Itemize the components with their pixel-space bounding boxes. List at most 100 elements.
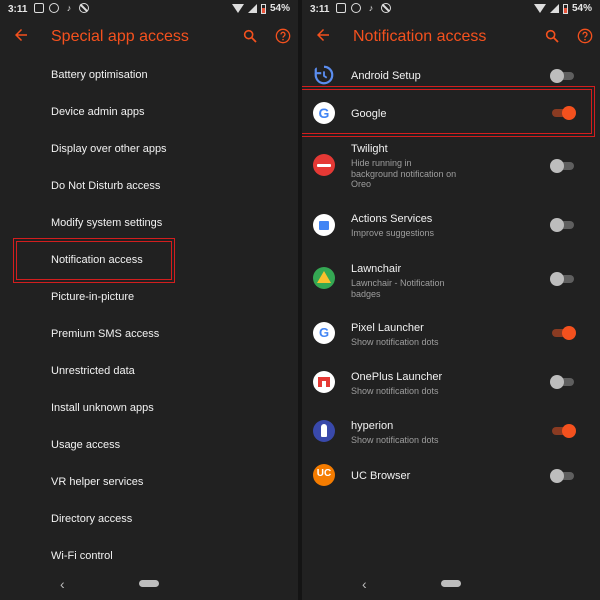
app-row-pixel-launcher[interactable]: G Pixel Launcher Show notification dots	[302, 320, 600, 350]
page-title: Special app access	[51, 28, 189, 45]
tiktok-icon: ♪	[66, 3, 72, 13]
tiktok-icon: ♪	[368, 3, 374, 13]
app-name: Lawnchair	[351, 263, 402, 275]
actions-services-icon	[313, 214, 335, 236]
app-name: Android Setup	[351, 70, 421, 82]
twilight-icon	[313, 154, 335, 176]
app-subtitle: Show notification dots	[351, 386, 439, 396]
battery-percent: 54%	[269, 3, 290, 14]
notification-access-screen: 3:11 ♪ 54% Notification access Android S…	[302, 0, 600, 600]
do-not-disturb-icon	[79, 3, 89, 13]
arrow-left-icon[interactable]	[314, 26, 332, 44]
oneplus-launcher-icon	[313, 371, 335, 393]
list-item-label: Usage access	[51, 439, 121, 451]
app-subtitle: Show notification dots	[351, 435, 439, 445]
special-access-list: Battery optimisation Device admin apps D…	[0, 57, 298, 575]
help-icon[interactable]	[275, 28, 291, 44]
search-icon[interactable]	[544, 28, 560, 44]
battery-icon	[562, 3, 568, 14]
list-item-modify-system-settings[interactable]: Modify system settings	[0, 205, 298, 242]
app-subtitle: Lawnchair - Notification badges	[351, 278, 445, 299]
list-item-premium-sms-access[interactable]: Premium SMS access	[0, 316, 298, 353]
app-row-twilight[interactable]: Twilight Hide running in background noti…	[302, 142, 600, 192]
list-item-label: VR helper services	[51, 476, 144, 488]
status-bar: 3:11 ♪ 54%	[302, 0, 600, 20]
help-icon[interactable]	[577, 28, 593, 44]
message-icon	[336, 3, 346, 13]
app-name: OnePlus Launcher	[351, 371, 443, 383]
toggle-switch[interactable]	[550, 424, 576, 438]
toggle-switch[interactable]	[550, 272, 576, 286]
signal-icon	[247, 4, 257, 13]
search-icon[interactable]	[242, 28, 258, 44]
list-item-label: Unrestricted data	[51, 365, 135, 377]
list-item-wifi-control[interactable]: Wi-Fi control	[0, 538, 298, 575]
app-bar: Notification access	[302, 20, 600, 56]
list-item-vr-helper-services[interactable]: VR helper services	[0, 464, 298, 501]
app-subtitle: Show notification dots	[351, 337, 439, 347]
arrow-left-icon[interactable]	[12, 26, 30, 44]
app-row-uc-browser[interactable]: UC UC Browser	[302, 462, 600, 490]
do-not-disturb-icon	[381, 3, 391, 13]
app-name: Pixel Launcher	[351, 322, 424, 334]
list-item-label: Device admin apps	[51, 106, 145, 118]
list-item-label: Do Not Disturb access	[51, 180, 161, 192]
toggle-switch[interactable]	[550, 69, 576, 83]
toggle-switch[interactable]	[550, 375, 576, 389]
lawnchair-icon	[313, 267, 335, 289]
list-item-directory-access[interactable]: Directory access	[0, 501, 298, 538]
list-item-unrestricted-data[interactable]: Unrestricted data	[0, 353, 298, 390]
list-item-label: Premium SMS access	[51, 328, 160, 340]
chevron-left-icon[interactable]: ‹	[60, 576, 65, 592]
app-row-lawnchair[interactable]: Lawnchair Lawnchair - Notification badge…	[302, 262, 600, 302]
list-item-install-unknown-apps[interactable]: Install unknown apps	[0, 390, 298, 427]
list-item-label: Directory access	[51, 513, 133, 525]
navigation-bar: ‹	[302, 572, 600, 600]
home-pill[interactable]	[441, 580, 461, 587]
list-item-label: Display over other apps	[51, 143, 167, 155]
pixel-launcher-icon: G	[313, 322, 335, 344]
app-row-actions-services[interactable]: Actions Services Improve suggestions	[302, 212, 600, 242]
highlight-box	[302, 86, 595, 137]
list-item-do-not-disturb-access[interactable]: Do Not Disturb access	[0, 168, 298, 205]
hyperion-icon	[313, 420, 335, 442]
app-name: hyperion	[351, 420, 394, 432]
list-item-display-over-other-apps[interactable]: Display over other apps	[0, 131, 298, 168]
list-item-label: Install unknown apps	[51, 402, 154, 414]
toggle-switch[interactable]	[550, 159, 576, 173]
wifi-icon	[231, 4, 244, 13]
chevron-left-icon[interactable]: ‹	[362, 576, 367, 592]
message-icon	[34, 3, 44, 13]
list-item-battery-optimisation[interactable]: Battery optimisation	[0, 57, 298, 94]
toggle-switch[interactable]	[550, 469, 576, 483]
navigation-bar: ‹	[0, 572, 298, 600]
signal-icon	[549, 4, 559, 13]
list-item-label: Wi-Fi control	[51, 550, 113, 562]
app-row-oneplus-launcher[interactable]: OnePlus Launcher Show notification dots	[302, 369, 600, 399]
status-time: 3:11	[310, 4, 330, 15]
app-subtitle: Hide running in background notification …	[351, 158, 457, 189]
list-item-label: Modify system settings	[51, 217, 163, 229]
highlight-box	[13, 238, 175, 283]
wifi-icon	[533, 4, 546, 13]
app-row-hyperion[interactable]: hyperion Show notification dots	[302, 418, 600, 448]
app-name: UC Browser	[351, 470, 411, 482]
list-item-label: Picture-in-picture	[51, 291, 135, 303]
home-pill[interactable]	[139, 580, 159, 587]
battery-icon	[260, 3, 266, 14]
app-subtitle: Improve suggestions	[351, 228, 435, 238]
whatsapp-icon	[351, 3, 361, 13]
toggle-switch[interactable]	[550, 218, 576, 232]
list-item-usage-access[interactable]: Usage access	[0, 427, 298, 464]
list-item-picture-in-picture[interactable]: Picture-in-picture	[0, 279, 298, 316]
app-bar: Special app access	[0, 20, 298, 56]
whatsapp-icon	[49, 3, 59, 13]
status-time: 3:11	[8, 4, 28, 15]
app-name: Actions Services	[351, 213, 433, 225]
android-setup-icon	[314, 65, 334, 85]
list-item-device-admin-apps[interactable]: Device admin apps	[0, 94, 298, 131]
app-name: Twilight	[351, 143, 388, 155]
special-app-access-screen: 3:11 ♪ 54% Special app access Battery op…	[0, 0, 298, 600]
toggle-switch[interactable]	[550, 326, 576, 340]
list-item-label: Battery optimisation	[51, 69, 148, 81]
